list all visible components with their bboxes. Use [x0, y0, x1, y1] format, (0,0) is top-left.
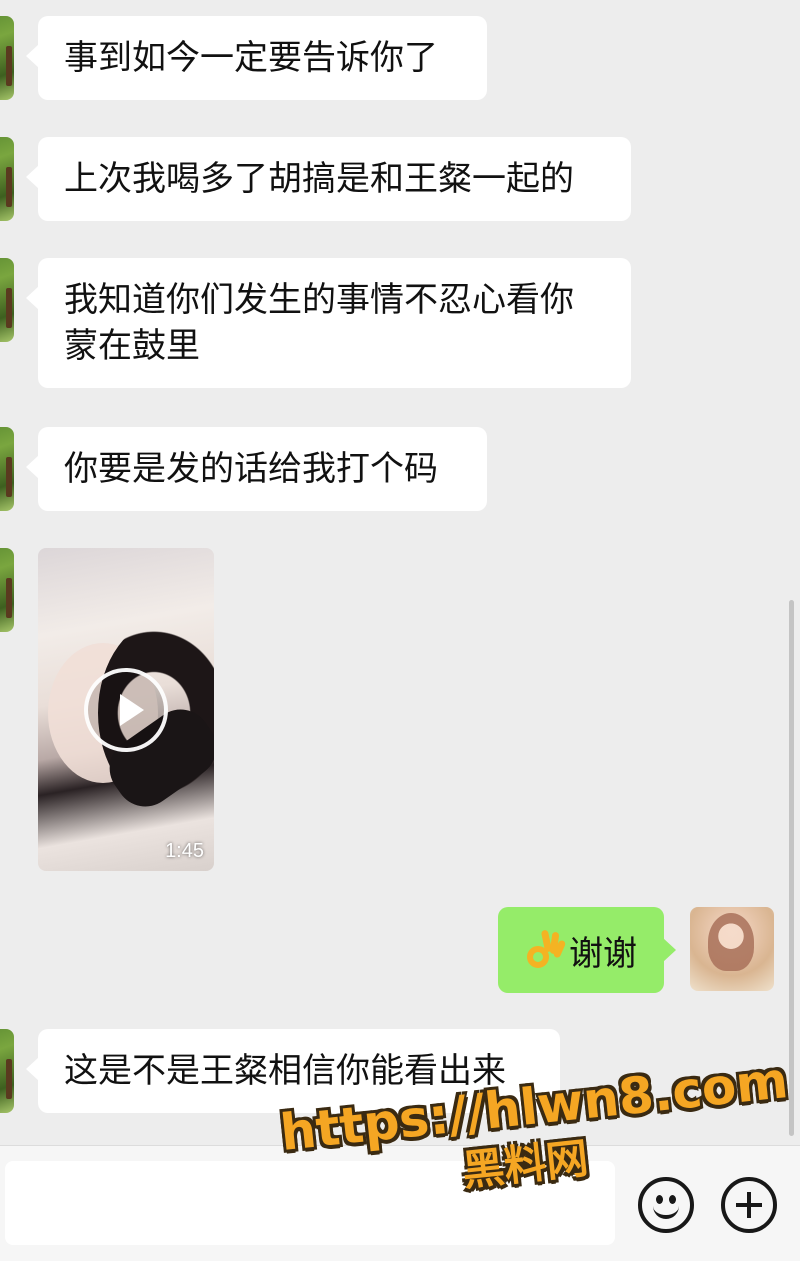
contact-avatar[interactable]: [0, 137, 14, 221]
message-text: 上次我喝多了胡搞是和王粲一起的: [64, 159, 574, 199]
scrollbar[interactable]: [789, 600, 794, 1136]
message-bubble-incoming[interactable]: 你要是发的话给我打个码: [26, 427, 487, 511]
contact-avatar[interactable]: [0, 258, 14, 342]
my-avatar[interactable]: [690, 907, 774, 991]
plus-circle-icon[interactable]: [721, 1177, 777, 1233]
message-text: 你要是发的话给我打个码: [64, 449, 438, 489]
message-text: 这是不是王粲相信你能看出来: [64, 1051, 506, 1091]
message-text: 事到如今一定要告诉你了: [64, 38, 438, 78]
smiley-face-icon[interactable]: [638, 1177, 694, 1233]
avatar-portrait: [708, 913, 754, 971]
message-bubble-incoming[interactable]: 上次我喝多了胡搞是和王粲一起的: [26, 137, 631, 221]
contact-avatar[interactable]: [0, 548, 14, 632]
video-duration: 1:45: [165, 840, 204, 862]
message-bubble-incoming[interactable]: 事到如今一定要告诉你了: [26, 16, 487, 100]
message-text: 谢谢: [569, 933, 637, 974]
message-text-line: 蒙在鼓里: [64, 326, 200, 366]
message-bubble-incoming[interactable]: 我知道你们发生的事情不忍心看你 蒙在鼓里: [26, 258, 631, 388]
video-message[interactable]: 1:45: [38, 548, 214, 871]
contact-avatar[interactable]: [0, 16, 14, 100]
contact-avatar[interactable]: [0, 427, 14, 511]
message-bubble-outgoing[interactable]: 谢谢: [498, 907, 676, 993]
ok-hand-emoji-icon: [525, 928, 567, 972]
message-text-line: 我知道你们发生的事情不忍心看你: [64, 280, 574, 320]
play-icon[interactable]: [84, 668, 168, 752]
contact-avatar[interactable]: [0, 1029, 14, 1113]
chat-message-list[interactable]: 事到如今一定要告诉你了 上次我喝多了胡搞是和王粲一起的 我知道你们发生的事情不忍…: [0, 0, 800, 1145]
